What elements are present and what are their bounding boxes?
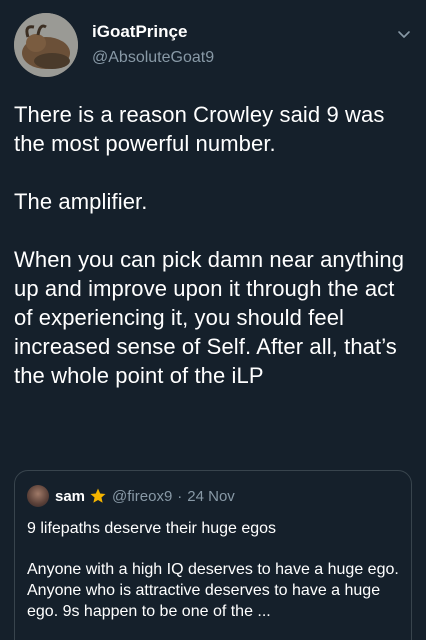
star-icon xyxy=(90,488,106,503)
tweet-paragraph: When you can pick damn near anything up … xyxy=(14,247,405,388)
quoted-text-body: Anyone with a high IQ deserves to have a… xyxy=(27,561,399,620)
quoted-separator: · xyxy=(177,487,183,505)
quoted-handle: @fireox9 xyxy=(112,487,173,505)
user-handle[interactable]: @AbsoluteGoat9 xyxy=(92,47,214,69)
chevron-down-icon[interactable] xyxy=(396,26,412,42)
avatar[interactable] xyxy=(14,13,78,77)
quoted-text-title: 9 lifepaths deserve their huge egos xyxy=(27,520,277,537)
author-names: iGoatPrinçe @AbsoluteGoat9 xyxy=(92,21,214,69)
tweet-text: There is a reason Crowley said 9 was the… xyxy=(14,100,412,390)
quoted-display-name: sam xyxy=(55,487,86,505)
display-name[interactable]: iGoatPrinçe xyxy=(92,21,214,43)
tweet-paragraph: There is a reason Crowley said 9 was the… xyxy=(14,102,385,156)
quoted-date: 24 Nov xyxy=(187,487,235,505)
quoted-tweet-header: sam @fireox9 · 24 Nov xyxy=(27,485,399,507)
tweet-card: iGoatPrinçe @AbsoluteGoat9 There is a re… xyxy=(0,0,426,640)
goat-avatar-image xyxy=(14,13,78,77)
quoted-tweet[interactable]: sam @fireox9 · 24 Nov 9 lifepaths deserv… xyxy=(14,470,412,640)
tweet-paragraph: The amplifier. xyxy=(14,189,148,214)
quoted-avatar xyxy=(27,485,49,507)
tweet-header: iGoatPrinçe @AbsoluteGoat9 xyxy=(14,12,412,78)
